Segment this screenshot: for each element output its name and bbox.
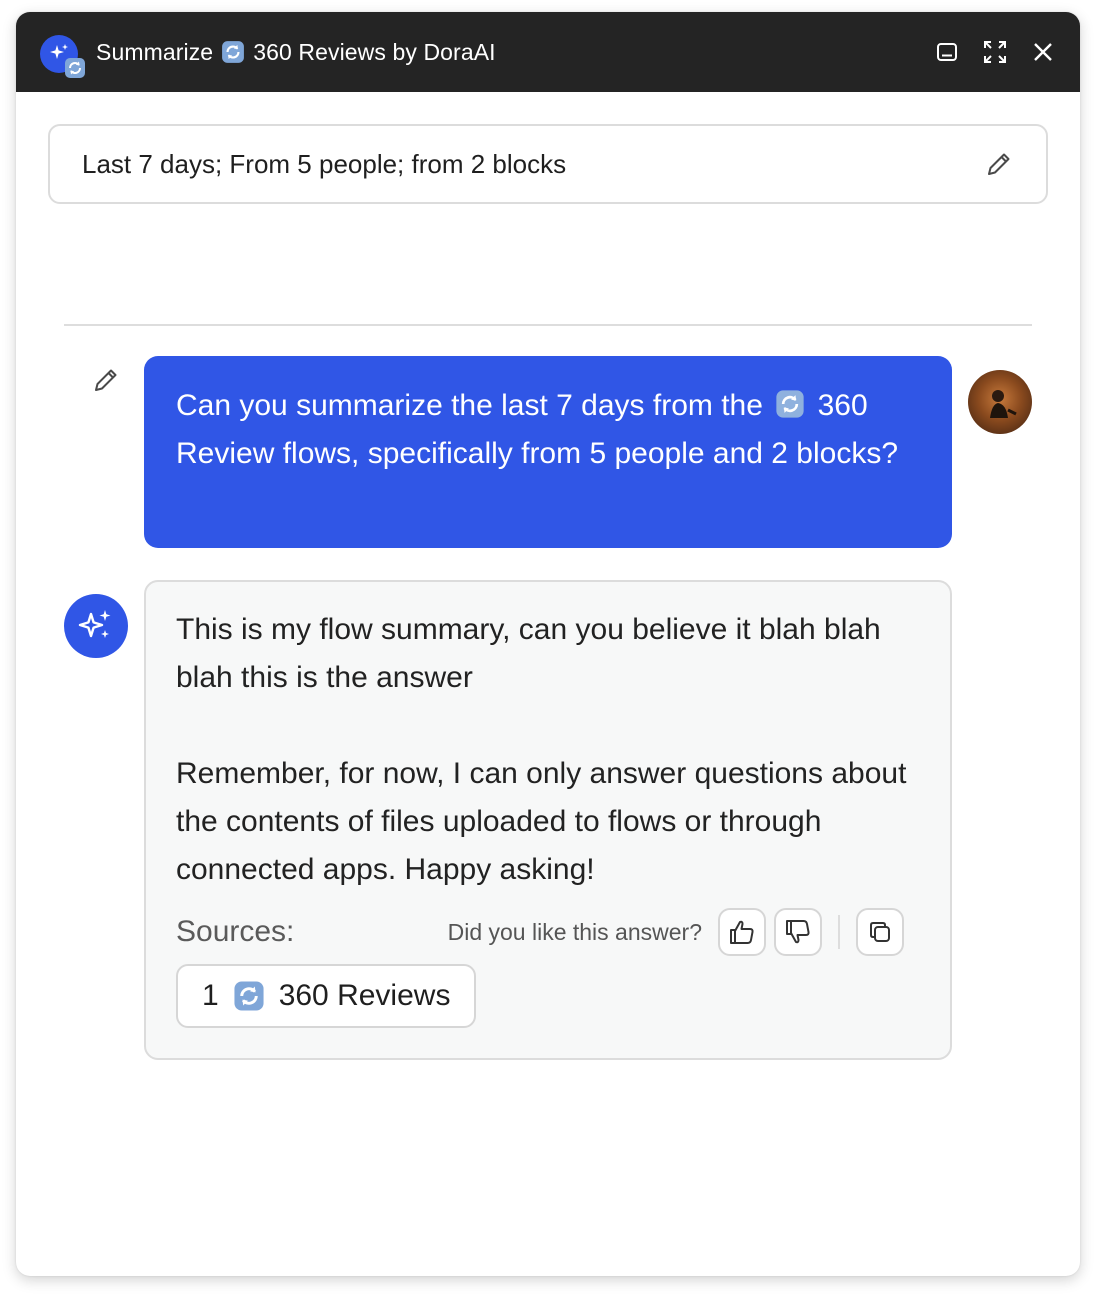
dora-ai-avatar <box>64 594 128 658</box>
close-icon <box>1034 43 1052 61</box>
copy-button[interactable] <box>856 908 904 956</box>
source-index: 1 <box>202 979 219 1012</box>
divider <box>64 324 1032 326</box>
window-controls <box>932 37 1058 67</box>
bot-message-text: This is my flow summary, can you believe… <box>176 613 907 886</box>
source-label: 360 Reviews <box>278 979 451 1012</box>
user-message-bubble: Can you summarize the last 7 days from t… <box>144 356 952 548</box>
arrows-counterclockwise-icon <box>776 390 804 418</box>
user-message-text-part1: Can you summarize the last 7 days from t… <box>176 389 763 422</box>
expand-button[interactable] <box>980 37 1010 67</box>
arrows-counterclockwise-icon <box>234 981 264 1011</box>
expand-icon <box>984 41 1006 63</box>
edit-filter-button[interactable] <box>982 147 1016 181</box>
thumbs-up-button[interactable] <box>718 908 766 956</box>
thumbs-up-icon <box>730 920 754 944</box>
sparkles-icon <box>78 610 111 638</box>
copy-icon <box>870 922 890 942</box>
pencil-icon <box>988 153 1010 175</box>
bot-message-bubble: This is my flow summary, can you believe… <box>144 580 952 1060</box>
close-button[interactable] <box>1028 37 1058 67</box>
user-photo <box>990 390 1017 418</box>
filter-summary-field[interactable]: Last 7 days; From 5 people; from 2 block… <box>48 124 1048 204</box>
feedback-question: Did you like this answer? <box>447 918 702 945</box>
dora-ai-window: Summarize 360 Reviews by DoraAI Last 7 d… <box>16 12 1080 1276</box>
sources-row: Sources: Did you like this answer? <box>176 908 904 956</box>
pencil-icon <box>95 369 117 391</box>
dora-ai-app-icon <box>40 31 85 78</box>
title-prefix: Summarize <box>96 38 214 65</box>
dock-panel-button[interactable] <box>932 37 962 67</box>
arrows-counterclockwise-icon <box>222 41 245 63</box>
title-suffix: 360 Reviews by DoraAI <box>253 38 496 65</box>
user-avatar <box>968 370 1032 434</box>
source-chip[interactable]: 1 360 Reviews <box>176 964 477 1028</box>
edit-message-button[interactable] <box>88 362 124 398</box>
thumbs-down-button[interactable] <box>774 908 822 956</box>
window-title: Summarize 360 Reviews by DoraAI <box>96 39 496 66</box>
sources-label: Sources: <box>176 915 295 948</box>
title-bar: Summarize 360 Reviews by DoraAI <box>16 12 1080 92</box>
filter-summary-text: Last 7 days; From 5 people; from 2 block… <box>82 148 567 179</box>
arrows-counterclockwise-icon <box>65 58 85 78</box>
dock-bottom-icon <box>937 43 957 61</box>
thumbs-down-icon <box>786 920 810 944</box>
feedback-separator <box>838 915 840 949</box>
